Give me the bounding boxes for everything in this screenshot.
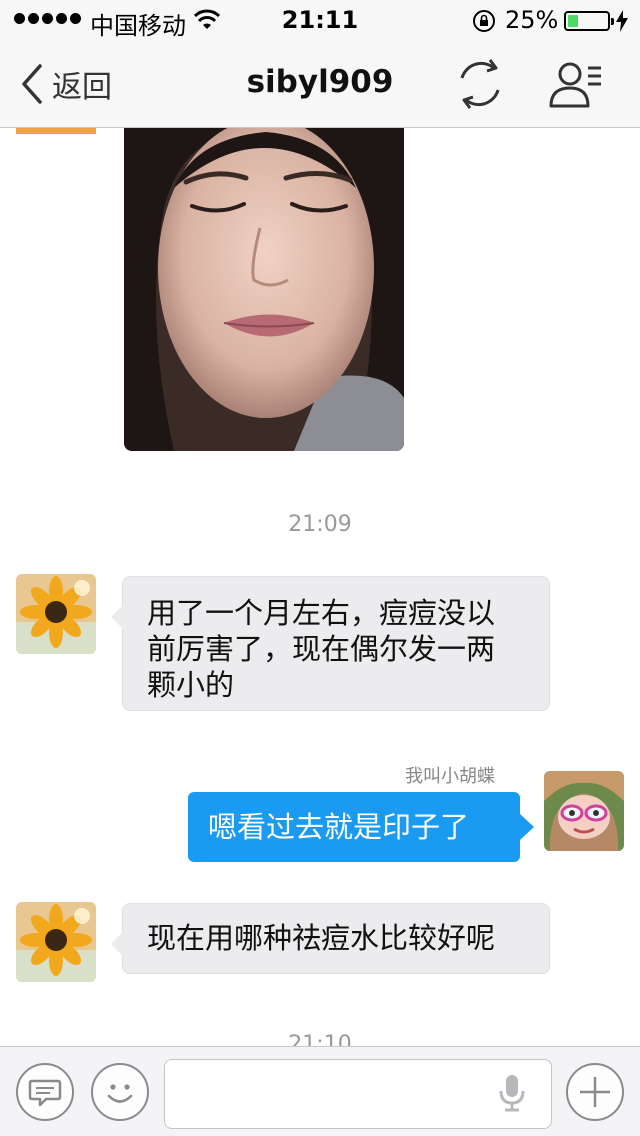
message-text: 嗯看过去就是印子了 xyxy=(208,810,470,844)
emoji-button[interactable] xyxy=(91,1063,149,1121)
refresh-icon[interactable] xyxy=(454,56,506,112)
speech-bubble-icon xyxy=(28,1079,62,1107)
message-input[interactable] xyxy=(164,1059,552,1129)
microphone-icon[interactable] xyxy=(496,1073,528,1113)
incoming-message-bubble[interactable]: 用了一个月左右，痘痘没以 前厉害了，现在偶尔发一两 颗小的 xyxy=(111,576,550,711)
plus-icon xyxy=(580,1077,610,1107)
page-title: sibyl909 xyxy=(246,64,394,100)
contact-avatar[interactable] xyxy=(16,574,96,654)
chat-options-button[interactable] xyxy=(16,1063,74,1121)
user-avatar[interactable] xyxy=(544,771,624,851)
message-timestamp: 21:09 xyxy=(288,512,352,537)
message-text-line: 用了一个月左右，痘痘没以 xyxy=(147,596,496,630)
chat-message-list[interactable]: 21:09 用了一个月左右，痘痘没以 前厉害了，现在偶尔发一两 颗小的 我叫小胡… xyxy=(0,128,640,1046)
outgoing-message-bubble[interactable]: 嗯看过去就是印子了 xyxy=(188,792,534,862)
smiley-icon xyxy=(107,1084,133,1103)
navigation-bar: 返回 sibyl909 xyxy=(0,40,640,128)
status-bar: 中国移动 21:11 25% xyxy=(0,0,640,40)
contact-avatar[interactable] xyxy=(16,902,96,982)
battery-icon xyxy=(564,11,614,31)
message-text-line: 颗小的 xyxy=(147,668,235,702)
rotation-lock-icon xyxy=(473,10,495,32)
add-attachment-button[interactable] xyxy=(566,1063,624,1121)
sender-name: 我叫小胡蝶 xyxy=(405,766,495,787)
contact-avatar[interactable] xyxy=(16,128,96,134)
contact-profile-icon[interactable] xyxy=(548,58,604,110)
charging-icon xyxy=(616,10,628,32)
message-input-bar xyxy=(0,1046,640,1136)
message-timestamp: 21:10 xyxy=(288,1032,352,1046)
message-text-line: 前厉害了，现在偶尔发一两 xyxy=(147,632,496,666)
battery-percent: 25% xyxy=(505,6,559,34)
message-text: 现在用哪种祛痘水比较好呢 xyxy=(147,921,496,955)
incoming-message-bubble[interactable]: 现在用哪种祛痘水比较好呢 xyxy=(111,903,550,974)
photo-message[interactable] xyxy=(124,128,404,451)
